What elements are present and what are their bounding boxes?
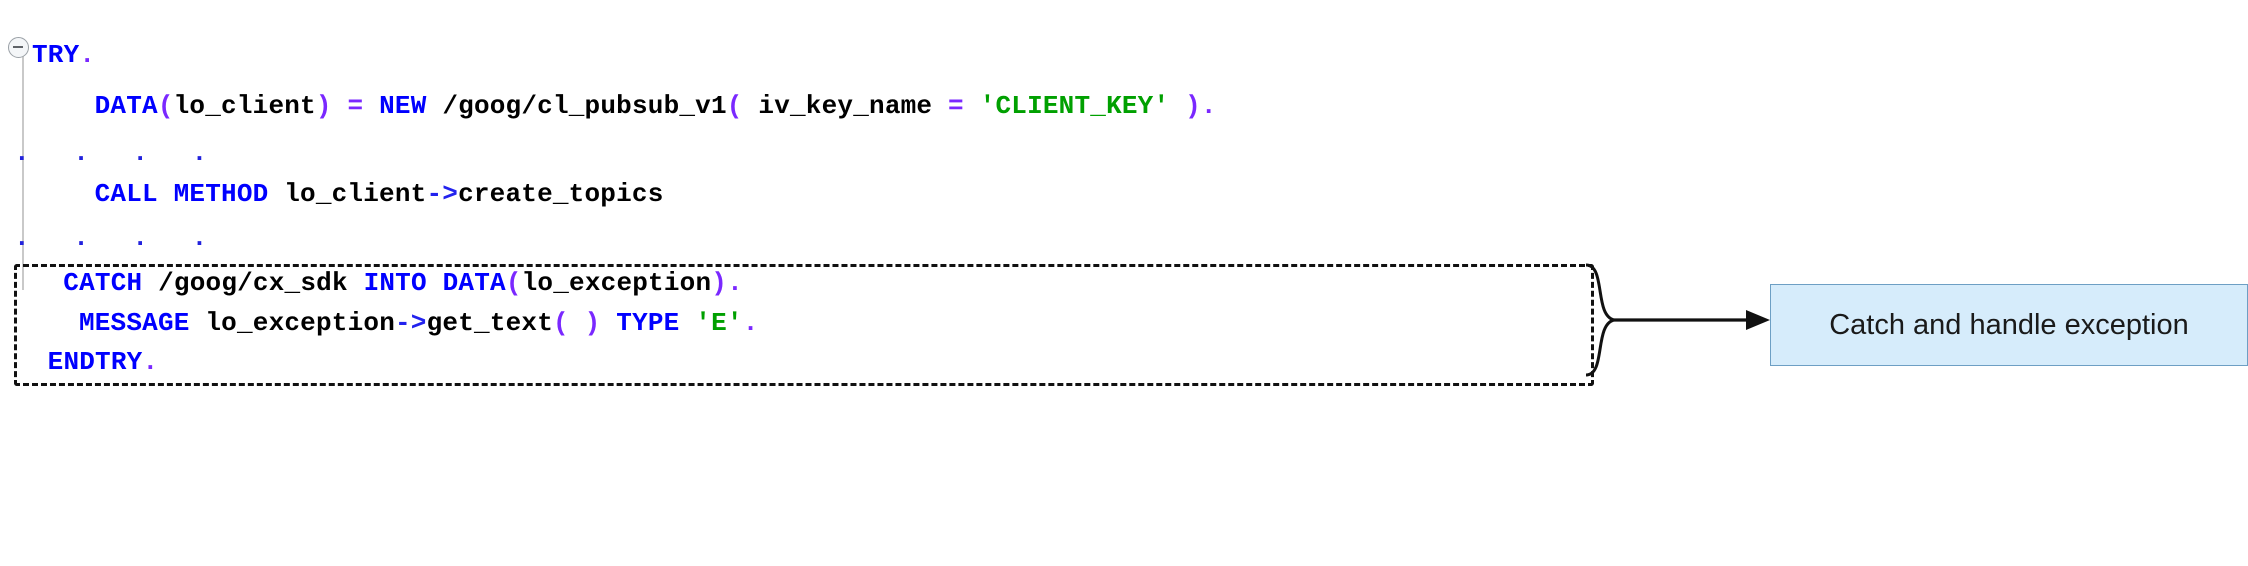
line-catch-token-4: DATA <box>442 268 506 298</box>
line-try-token-0: TRY <box>32 40 80 70</box>
brace-path <box>1585 263 1615 377</box>
line-data-new-token-11: = <box>948 91 964 121</box>
line-data-new-token-6 <box>363 91 379 121</box>
line-data-new-token-1: ( <box>157 91 174 121</box>
line-data-new-token-3: ) <box>315 91 332 121</box>
dots-row-2: . . . . <box>14 223 222 253</box>
line-call-method-token-0: CALL METHOD <box>94 179 269 209</box>
dots-row-1: . . . . <box>14 138 222 168</box>
line-catch-token-0: CATCH <box>63 268 143 298</box>
line-call-method-token-2: -> <box>426 179 459 209</box>
line-data-new-token-9: ( <box>726 91 743 121</box>
line-message-token-2: -> <box>395 308 427 338</box>
line-call-method-token-3: create_topics <box>458 179 664 209</box>
line-data-new-token-10: iv_key_name <box>742 91 949 121</box>
callout-label: Catch and handle exception <box>1829 308 2189 341</box>
line-data-new-token-15: . <box>1200 91 1217 121</box>
line-catch-token-1: /goog/cx_sdk <box>142 268 364 298</box>
line-data-new-token-14: ) <box>1169 91 1201 121</box>
line-message[interactable]: MESSAGE lo_exception->get_text( ) TYPE '… <box>79 308 759 338</box>
line-data-new-token-2: lo_client <box>173 91 316 121</box>
fold-ruler <box>22 48 24 290</box>
line-data-new-token-12 <box>964 91 980 121</box>
line-message-token-1: lo_exception <box>189 308 395 338</box>
line-message-token-4: ( ) <box>553 308 601 338</box>
callout-connector <box>1585 263 1770 377</box>
line-catch-token-6: lo_exception <box>521 268 712 298</box>
line-catch-token-5: ( <box>505 268 522 298</box>
line-message-token-0: MESSAGE <box>78 308 190 338</box>
arrow-head-icon <box>1746 310 1770 330</box>
line-endtry[interactable]: ENDTRY. <box>48 347 159 377</box>
line-call-method-token-1: lo_client <box>268 179 427 209</box>
line-try-token-1: . <box>79 40 96 70</box>
line-data-new-token-0: DATA <box>94 91 158 121</box>
line-message-token-5 <box>600 308 616 338</box>
line-data-new-token-5: = <box>347 91 364 121</box>
line-catch-token-2: INTO <box>363 268 427 298</box>
line-call-method[interactable]: CALL METHOD lo_client->create_topics <box>95 179 664 209</box>
code-editor-pane[interactable]: TRY. DATA(lo_client) = NEW /goog/cl_pubsu… <box>0 0 1700 420</box>
line-message-token-6: TYPE <box>616 308 680 338</box>
line-endtry-token-1: . <box>142 347 159 377</box>
line-data-new-token-13: 'CLIENT_KEY' <box>979 91 1170 121</box>
line-data-new-token-8: /goog/cl_pubsub_v1 <box>426 91 727 121</box>
line-catch[interactable]: CATCH /goog/cx_sdk INTO DATA(lo_exceptio… <box>63 268 743 298</box>
line-message-token-3: get_text <box>426 308 554 338</box>
line-data-new[interactable]: DATA(lo_client) = NEW /goog/cl_pubsub_v1… <box>95 91 1217 121</box>
line-catch-token-7: ) <box>711 268 728 298</box>
collapse-minus-icon[interactable] <box>8 37 29 58</box>
callout-box: Catch and handle exception <box>1770 284 2248 366</box>
line-data-new-token-4 <box>332 91 348 121</box>
line-catch-token-3 <box>427 268 443 298</box>
line-message-token-9: . <box>742 308 759 338</box>
line-message-token-7 <box>679 308 695 338</box>
line-data-new-token-7: NEW <box>379 91 427 121</box>
line-catch-token-8: . <box>727 268 743 298</box>
line-try[interactable]: TRY. <box>32 40 95 70</box>
line-endtry-token-0: ENDTRY <box>47 347 143 377</box>
line-message-token-8: 'E' <box>695 308 743 338</box>
